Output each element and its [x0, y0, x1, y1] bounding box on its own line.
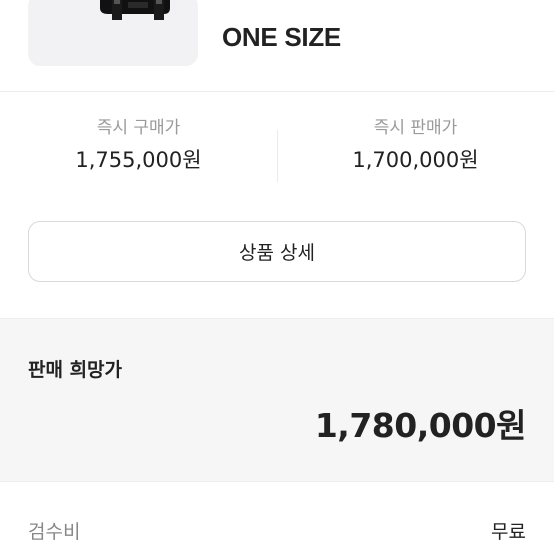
product-thumbnail: [28, 0, 198, 66]
product-detail-button[interactable]: 상품 상세: [28, 221, 526, 282]
instant-sell-price: 즉시 판매가 1,700,000원: [277, 116, 554, 174]
instant-buy-price: 즉시 구매가 1,755,000원: [0, 116, 277, 174]
inspection-fee-row: 검수비 무료: [0, 512, 554, 552]
price-summary: 즉시 구매가 1,755,000원 즉시 판매가 1,700,000원: [0, 92, 554, 202]
desired-price-label: 판매 희망가: [28, 359, 123, 381]
instant-sell-label: 즉시 판매가: [373, 118, 458, 138]
inspection-fee-label: 검수비: [28, 521, 81, 543]
instant-buy-value: 1,755,000원: [75, 148, 202, 172]
instant-sell-value: 1,700,000원: [352, 148, 479, 172]
desired-price-input[interactable]: 1,780,000원: [315, 399, 527, 447]
desired-price-section: 판매 희망가 1,780,000원: [0, 318, 554, 482]
product-header: ONE SIZE: [0, 0, 554, 92]
product-size: ONE SIZE: [222, 22, 341, 52]
bag-image: [100, 0, 170, 20]
instant-buy-label: 즉시 구매가: [96, 118, 181, 138]
inspection-fee-value: 무료: [491, 521, 526, 543]
sell-price-page: ONE SIZE 즉시 구매가 1,755,000원 즉시 판매가 1,700,…: [0, 0, 554, 554]
